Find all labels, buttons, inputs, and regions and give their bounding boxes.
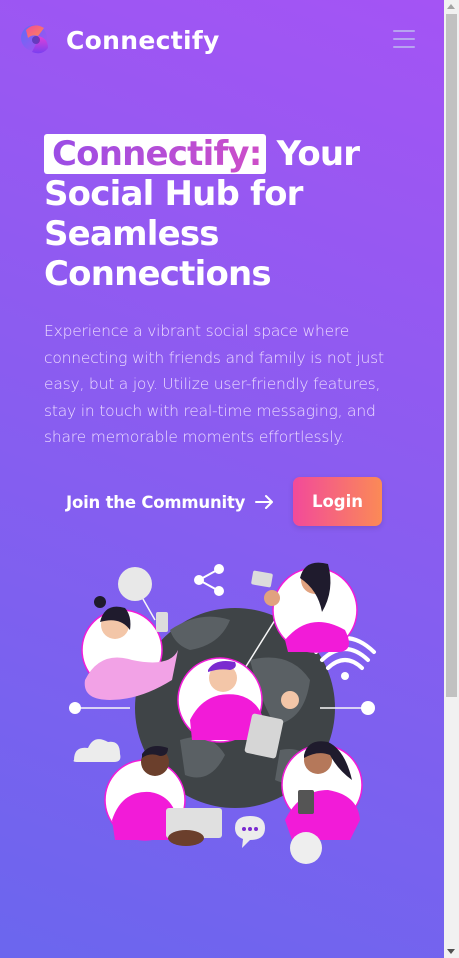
join-community-link[interactable]: Join the Community: [66, 488, 275, 516]
menu-line: [393, 38, 415, 40]
connectify-logo-icon[interactable]: [20, 22, 54, 58]
title-highlight-box: Connectify:: [44, 134, 266, 174]
title-part: Connections: [44, 254, 272, 294]
title-highlight: Connectify:: [52, 134, 262, 174]
hero-description: Experience a vibrant social space where …: [44, 322, 384, 446]
scroll-down-arrow-icon[interactable]: [447, 949, 455, 954]
join-label: Join the Community: [66, 492, 246, 512]
title-part: Seamless: [44, 214, 220, 254]
hamburger-menu-icon[interactable]: [393, 30, 415, 50]
vertical-scrollbar[interactable]: [444, 0, 459, 958]
hero-title: Connectify: Your Social Hub for Seamless Co…: [44, 134, 424, 294]
login-button[interactable]: Login: [293, 477, 382, 526]
social-network-illustration: [69, 562, 376, 864]
title-part: Social Hub for: [44, 174, 303, 214]
menu-line: [393, 30, 415, 32]
landing-page: Connectify Connectify: Your Social Hub fo…: [0, 0, 444, 958]
scroll-up-arrow-icon[interactable]: [447, 4, 455, 9]
title-part: Your: [265, 134, 360, 174]
menu-line: [393, 46, 415, 48]
brand-name[interactable]: Connectify: [66, 26, 220, 55]
scrollbar-thumb[interactable]: [446, 14, 457, 697]
site-header: Connectify: [20, 22, 424, 62]
arrow-right-icon: [255, 495, 274, 509]
